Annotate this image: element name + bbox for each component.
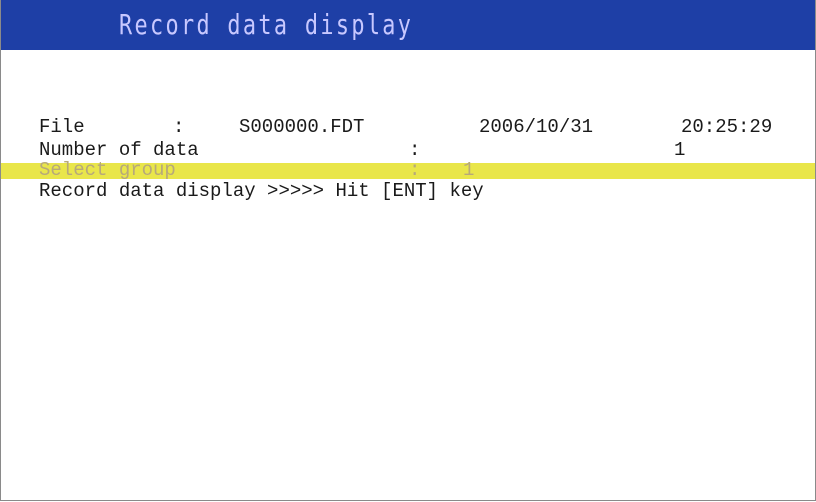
number-of-data-separator: : xyxy=(409,139,421,161)
select-group-label: Select group xyxy=(39,159,176,181)
file-name: S000000.FDT xyxy=(239,116,365,138)
number-of-data-label: Number of data xyxy=(39,139,199,161)
record-data-display-prompt: Record data display >>>>> Hit [ENT] key xyxy=(39,180,484,202)
select-group-separator: : xyxy=(409,159,421,181)
file-date: 2006/10/31 xyxy=(479,116,594,138)
file-label: File xyxy=(39,116,85,138)
file-separator: : xyxy=(173,116,185,138)
record-data-screen: Record data display File : S000000.FDT 2… xyxy=(0,0,816,501)
title-bar: Record data display xyxy=(1,0,815,50)
select-group-value[interactable]: 1 xyxy=(463,161,474,180)
number-of-data-value: 1 xyxy=(674,139,686,161)
screen-title: Record data display xyxy=(119,8,414,41)
file-time: 20:25:29 xyxy=(681,116,773,138)
